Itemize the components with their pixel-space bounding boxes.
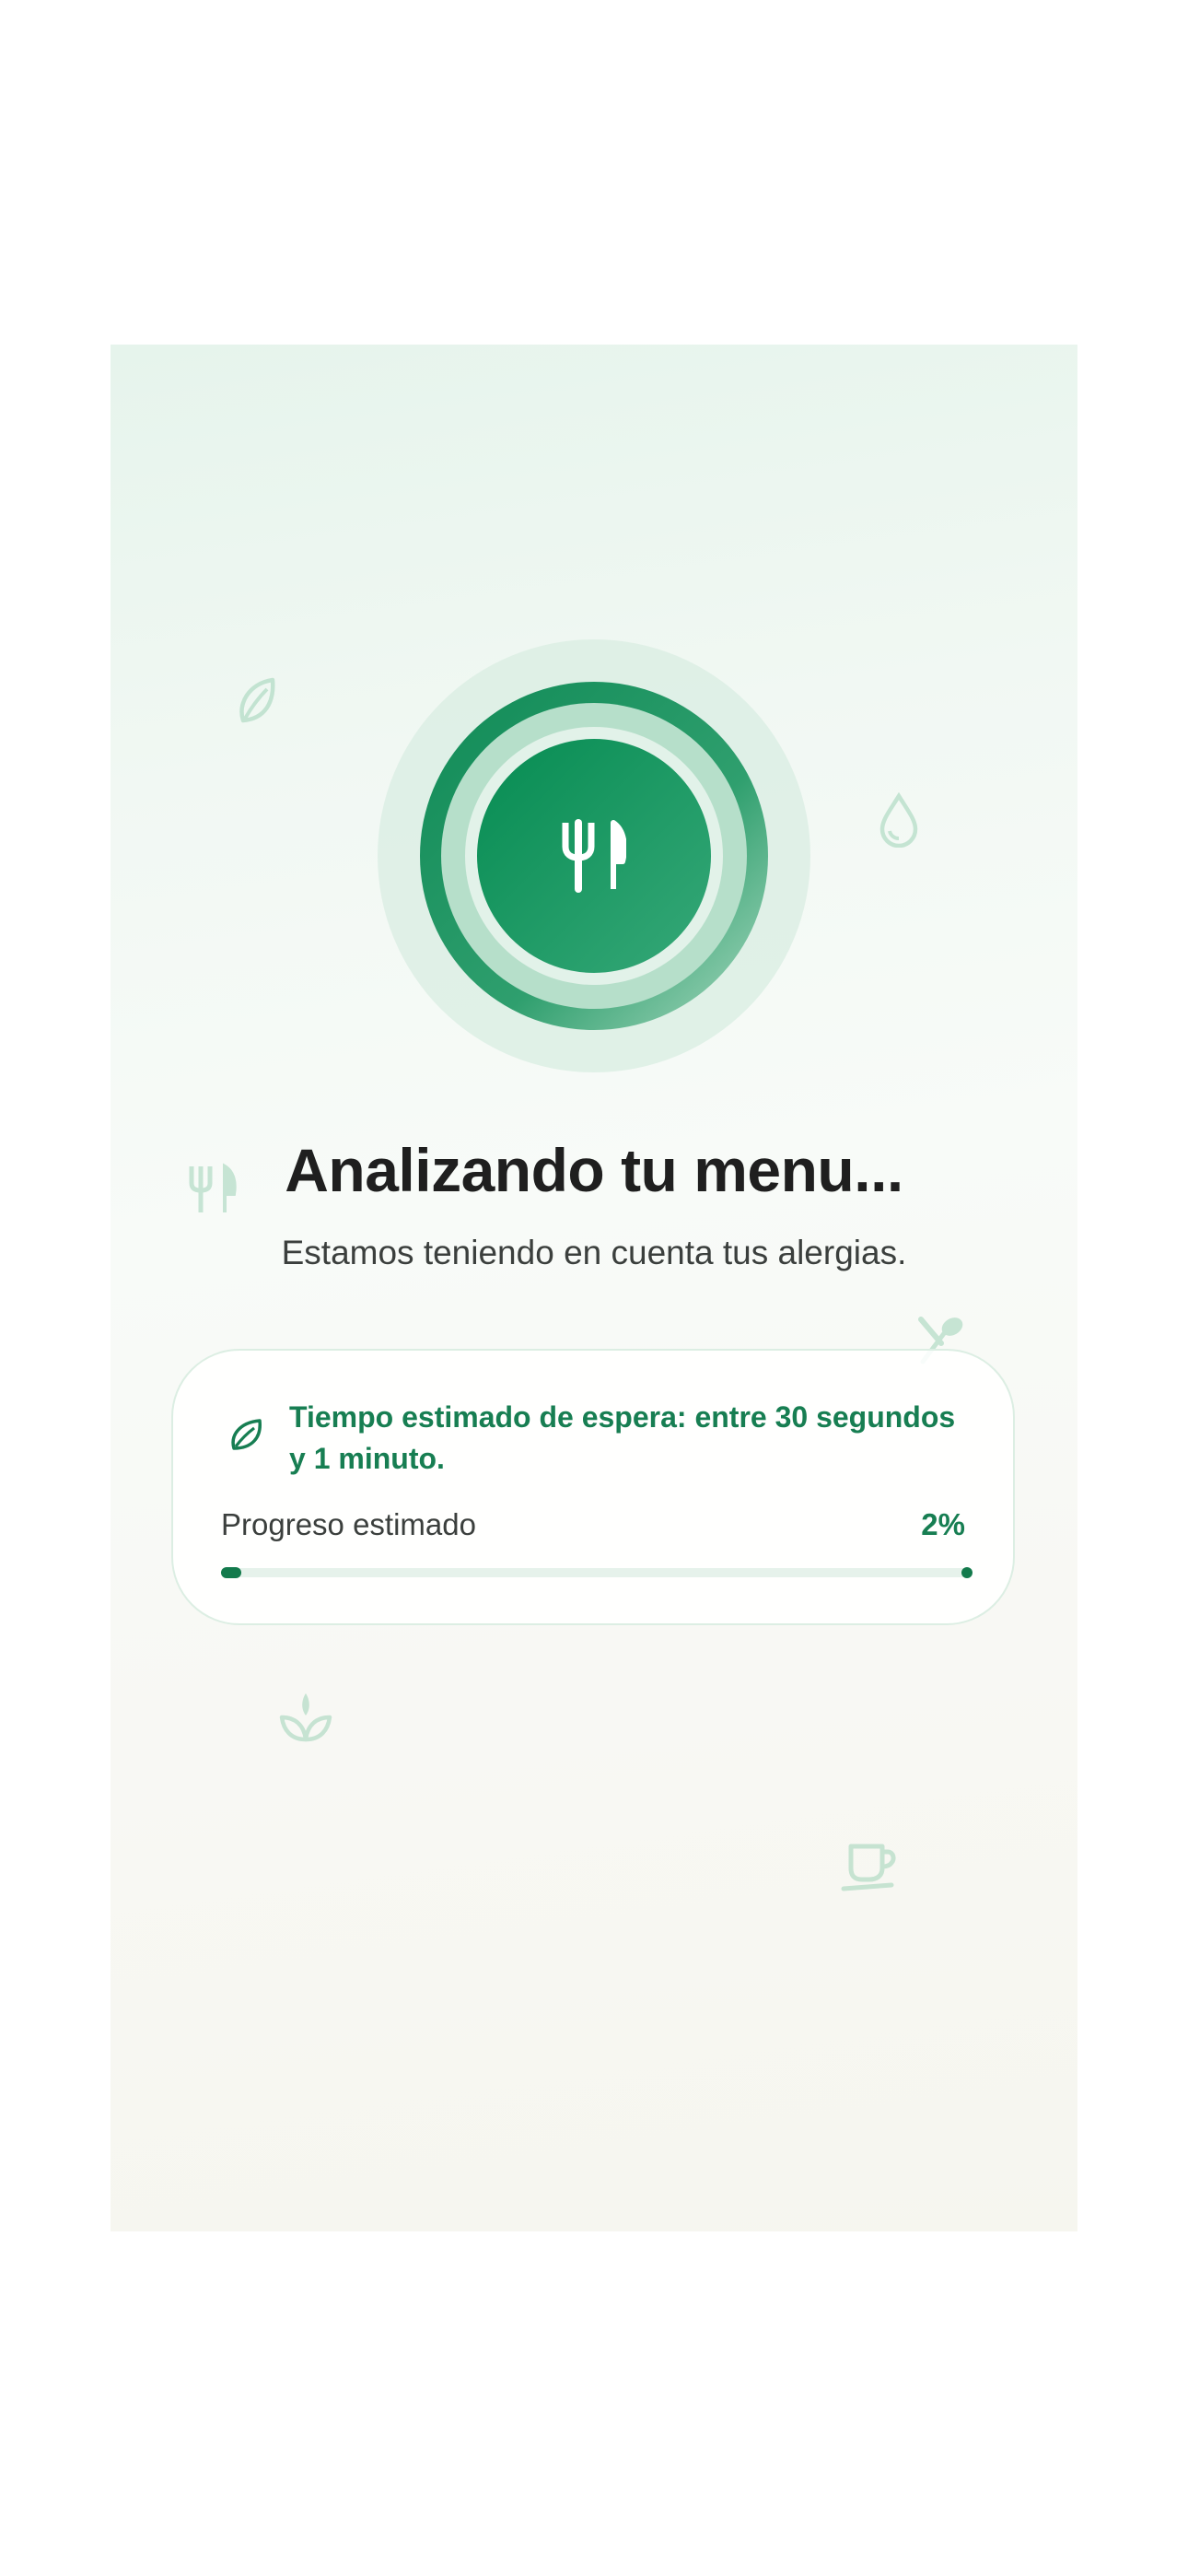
progress-value: 2% <box>921 1507 965 1541</box>
page-subtitle: Estamos teniendo en cuenta tus alergias. <box>281 1234 907 1271</box>
loading-spinner <box>378 639 810 1072</box>
leaf-icon <box>231 1419 262 1450</box>
coffee-cup-icon <box>840 1837 901 1898</box>
progress-bar-fill <box>221 1567 241 1578</box>
water-drop-icon <box>877 792 921 848</box>
progress-bar-end <box>961 1567 973 1578</box>
fork-knife-icon <box>378 639 810 1072</box>
leaf-icon <box>236 676 278 728</box>
progress-bar <box>221 1567 973 1578</box>
page-title: Analizando tu menu... <box>285 1136 903 1204</box>
status-card: Tiempo estimado de espera: entre 30 segu… <box>171 1349 1015 1625</box>
analysis-screen: Analizando tu menu... Estamos teniendo e… <box>111 345 1077 2231</box>
wait-time-text: Tiempo estimado de espera: entre 30 segu… <box>289 1400 956 1475</box>
wait-time-row: Tiempo estimado de espera: entre 30 segu… <box>228 1397 965 1480</box>
sprout-icon <box>278 1690 333 1745</box>
progress-label: Progreso estimado <box>221 1507 476 1541</box>
